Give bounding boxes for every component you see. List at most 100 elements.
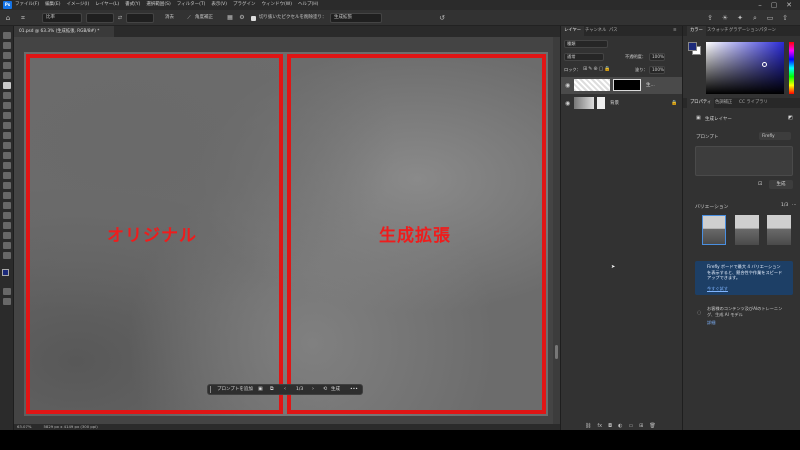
scrollbar-thumb[interactable] <box>555 345 558 359</box>
swap-icon[interactable]: ⇄ <box>116 13 124 23</box>
menu-layer[interactable]: レイヤー(L) <box>95 0 119 10</box>
delete-cropped-checkbox[interactable] <box>251 16 256 21</box>
add-mask-icon[interactable]: ◘ <box>608 423 612 429</box>
height-input[interactable] <box>126 13 154 23</box>
model-select[interactable]: Firefly <box>759 132 791 140</box>
tab-layers[interactable]: レイヤー <box>561 26 585 36</box>
maximize-icon[interactable]: ▢ <box>770 0 778 10</box>
visibility-eye-icon[interactable]: ◉ <box>565 82 570 89</box>
eyedropper-tool-icon[interactable] <box>3 102 11 109</box>
menu-help[interactable]: ヘルプ(H) <box>298 0 318 10</box>
crop-tool-icon[interactable]: ⌗ <box>18 13 28 23</box>
properties-generate-button[interactable]: 生成 <box>769 180 793 189</box>
foreground-color[interactable] <box>688 42 697 51</box>
opacity-input[interactable]: 100% <box>649 53 665 61</box>
tab-cc-libraries[interactable]: CC ライブラリ <box>739 98 768 108</box>
link-layers-icon[interactable]: ⛓ <box>585 423 591 429</box>
image-reference-icon[interactable]: ⧉ <box>270 385 274 394</box>
grid-overlay-icon[interactable]: ▦ <box>226 13 234 23</box>
path-select-tool-icon[interactable] <box>3 212 11 219</box>
marquee-tool-icon[interactable] <box>3 52 11 59</box>
width-input[interactable] <box>86 13 114 23</box>
gift-icon[interactable]: ✦ <box>735 13 745 23</box>
tab-paths[interactable]: パス <box>609 26 618 36</box>
options-icon[interactable]: ▣ <box>258 385 263 394</box>
menu-plugins[interactable]: プラグイン <box>233 0 256 10</box>
layer-name[interactable]: 背景 <box>610 95 619 112</box>
panel-menu-icon[interactable]: ≡ <box>673 26 677 36</box>
blur-tool-icon[interactable] <box>3 172 11 179</box>
search-icon[interactable]: ⌕ <box>750 13 760 23</box>
pen-tool-icon[interactable] <box>3 192 11 199</box>
notice-link[interactable]: 今すぐ試す <box>707 286 728 292</box>
footer-link[interactable]: 詳細 <box>707 320 715 326</box>
variations-heading[interactable]: バリエーション <box>695 203 728 210</box>
minimize-icon[interactable]: – <box>756 0 764 10</box>
share-icon[interactable]: ⇪ <box>705 13 715 23</box>
fill-select[interactable]: 生成拡張 <box>330 13 382 23</box>
brush-tool-icon[interactable] <box>3 122 11 129</box>
home-icon[interactable]: ⌂ <box>3 13 13 23</box>
hue-slider[interactable] <box>789 42 794 94</box>
generate-button[interactable]: 生成 <box>331 385 340 394</box>
tab-swatches[interactable]: スウォッチ <box>707 26 728 36</box>
tab-patterns[interactable]: パターン <box>759 26 776 36</box>
menu-view[interactable]: 表示(V) <box>211 0 227 10</box>
layer-row-background[interactable]: ◉ 背景 🔒 <box>561 95 683 112</box>
type-tool-icon[interactable] <box>3 202 11 209</box>
layer-style-icon[interactable]: fx <box>597 423 602 429</box>
menu-filter[interactable]: フィルター(T) <box>177 0 206 10</box>
menu-window[interactable]: ウィンドウ(W) <box>262 0 292 10</box>
lasso-tool-icon[interactable] <box>3 62 11 69</box>
tab-properties[interactable]: プロパティ <box>687 98 715 108</box>
artboard-tool-icon[interactable] <box>3 42 11 49</box>
variation-thumbnail-2[interactable] <box>735 215 759 245</box>
menu-type[interactable]: 書式(Y) <box>125 0 140 10</box>
settings-gear-icon[interactable]: ⚙ <box>238 13 246 23</box>
document-tab[interactable]: 01.psd @ 63.3% (生成拡張, RGB/8#) * <box>14 26 114 37</box>
tab-gradients[interactable]: グラデーション <box>729 26 759 36</box>
rectangle-tool-icon[interactable] <box>3 222 11 229</box>
reference-image-icon[interactable]: ⊡ <box>758 181 762 187</box>
more-tools-icon[interactable] <box>3 252 11 259</box>
more-options-icon[interactable]: ••• <box>350 385 358 394</box>
new-layer-icon[interactable]: ⊞ <box>639 423 643 429</box>
reset-icon[interactable]: ↺ <box>437 13 447 23</box>
fill-input[interactable]: 100% <box>649 66 665 74</box>
menu-file[interactable]: ファイル(F) <box>15 0 39 10</box>
zoom-tool-icon[interactable] <box>3 242 11 249</box>
layer-mask-toggle-icon[interactable]: ◩ <box>788 115 793 121</box>
history-brush-tool-icon[interactable] <box>3 142 11 149</box>
quick-mask-icon[interactable] <box>3 288 11 295</box>
adjustment-layer-icon[interactable]: ◐ <box>618 423 622 429</box>
learn-icon[interactable]: ☀ <box>720 13 730 23</box>
layer-name[interactable]: 生... <box>646 77 655 94</box>
close-icon[interactable]: ✕ <box>785 0 793 10</box>
straighten-icon[interactable]: ⟋ <box>185 13 193 23</box>
screen-mode-icon[interactable] <box>3 298 11 305</box>
clear-button[interactable]: 消去 <box>165 13 174 23</box>
vertical-scrollbar[interactable] <box>553 37 560 424</box>
previous-variation-icon[interactable]: ‹ <box>284 385 286 394</box>
ratio-select[interactable]: 比率 <box>42 13 82 23</box>
foreground-color-swatch[interactable] <box>2 269 9 276</box>
move-tool-icon[interactable] <box>3 32 11 39</box>
object-select-tool-icon[interactable] <box>3 72 11 79</box>
hand-tool-icon[interactable] <box>3 232 11 239</box>
color-picker-handle[interactable] <box>762 62 767 67</box>
group-icon[interactable]: ▭ <box>628 423 633 429</box>
layer-kind-filter[interactable]: 種類 <box>564 40 608 48</box>
menu-select[interactable]: 選択範囲(S) <box>146 0 170 10</box>
share-cloud-icon[interactable]: ⇧ <box>780 13 790 23</box>
tab-color[interactable]: カラー <box>687 26 706 36</box>
blend-mode-select[interactable]: 通常 <box>564 53 604 61</box>
color-picker-field[interactable] <box>706 42 784 94</box>
crop-tool-active-icon[interactable] <box>3 82 11 89</box>
lock-options-icon[interactable]: ⊞✎⊕▢🔒 <box>583 66 612 72</box>
eraser-tool-icon[interactable] <box>3 152 11 159</box>
variation-thumbnail-1[interactable] <box>702 215 726 245</box>
dodge-tool-icon[interactable] <box>3 182 11 189</box>
layer-mask-thumbnail[interactable] <box>613 79 641 91</box>
prompt-textarea[interactable] <box>695 146 793 176</box>
healing-brush-tool-icon[interactable] <box>3 112 11 119</box>
